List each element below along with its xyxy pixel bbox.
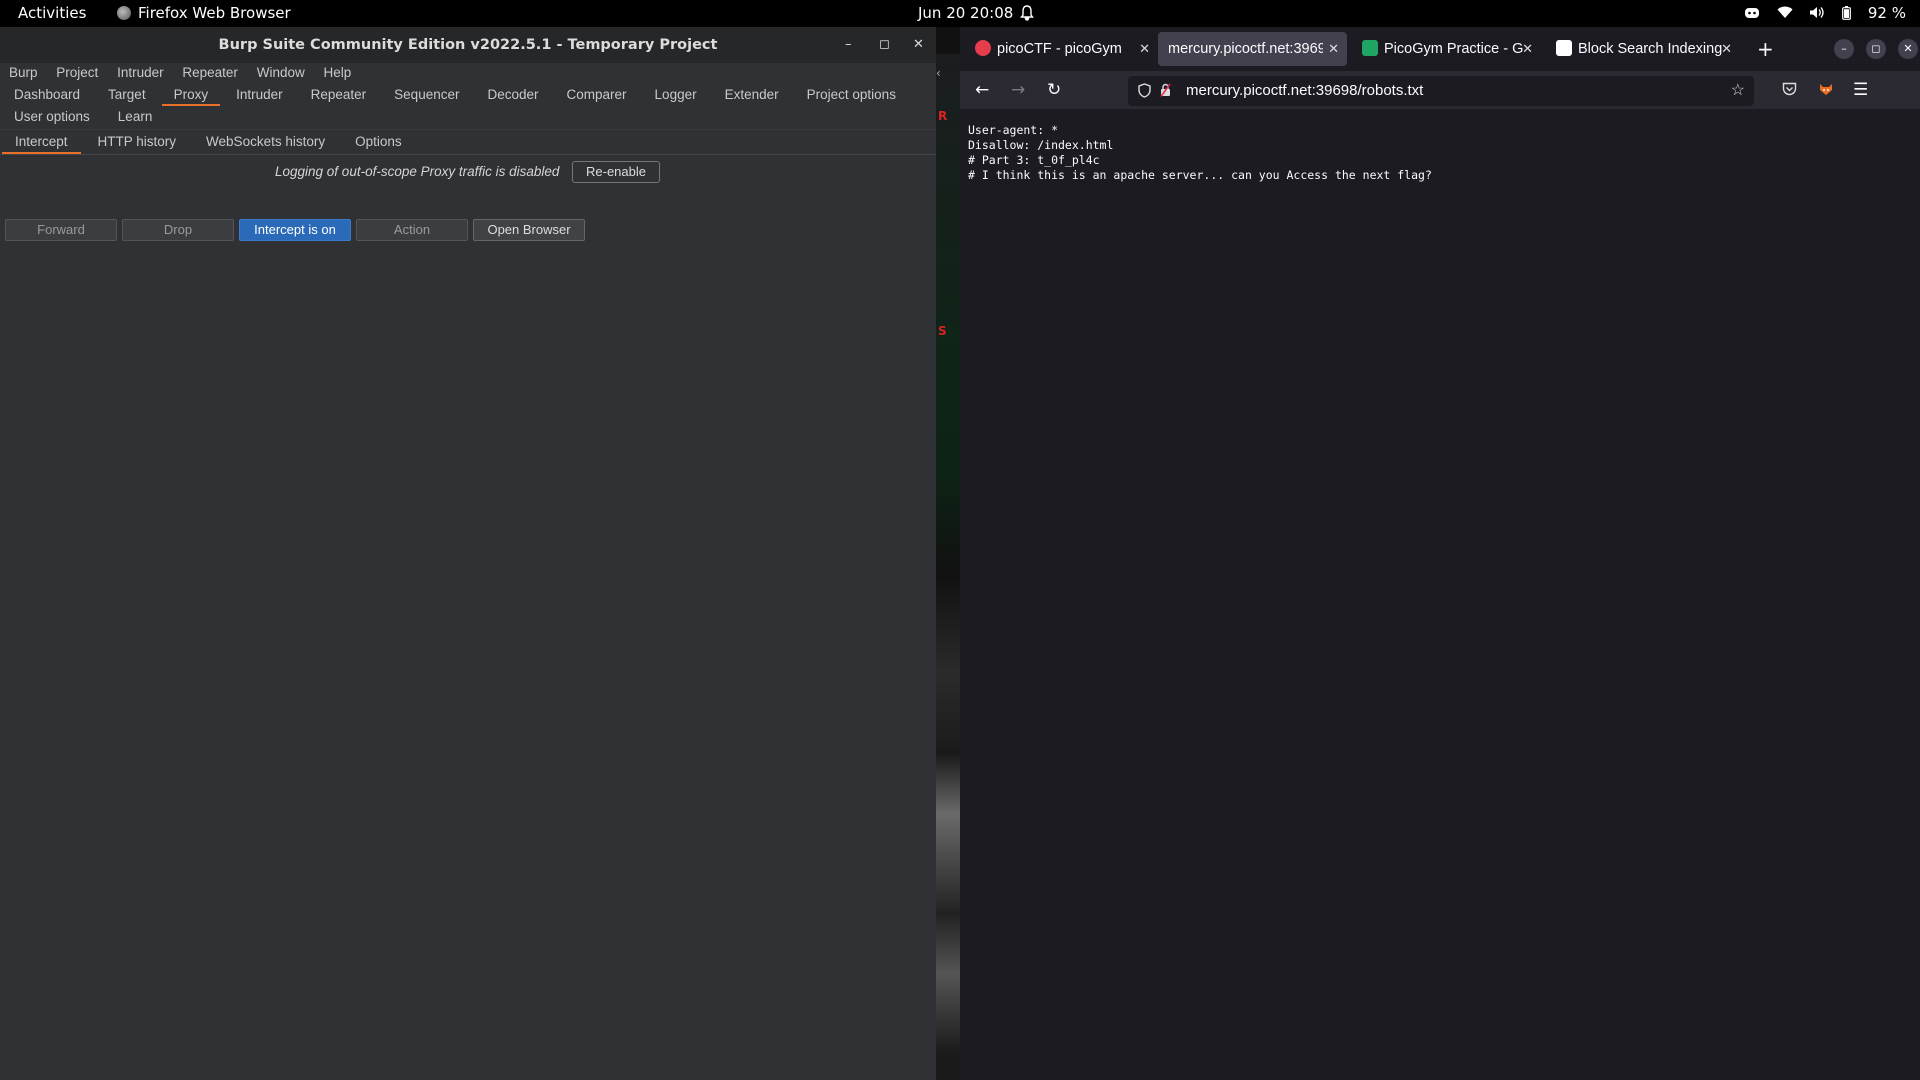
browser-tab-picoctf[interactable]: picoCTF - picoGym ✕ <box>965 32 1158 66</box>
background-red-glyph: R <box>938 109 948 123</box>
system-tray[interactable]: 92 % <box>1732 0 1906 27</box>
menu-window[interactable]: Window <box>257 65 305 80</box>
firefox-window: picoCTF - picoGym ✕ mercury.picoctf.net:… <box>960 27 1920 1080</box>
pocket-icon[interactable] <box>1782 71 1797 109</box>
menu-intruder[interactable]: Intruder <box>117 65 164 80</box>
bookmark-star-icon[interactable]: ☆ <box>1731 76 1745 106</box>
tab-learn[interactable]: Learn <box>104 106 167 128</box>
tab-close-icon[interactable]: ✕ <box>1139 32 1150 66</box>
tab-repeater[interactable]: Repeater <box>297 83 381 106</box>
burp-main-tabs: Dashboard Target Proxy Intruder Repeater… <box>0 83 936 106</box>
maximize-icon[interactable]: ◻ <box>879 27 890 63</box>
battery-percent: 92 % <box>1867 4 1906 22</box>
google-developers-icon <box>1556 40 1572 56</box>
battery-icon[interactable] <box>1842 4 1856 22</box>
picoctf-icon <box>975 40 991 56</box>
burp-title-bar[interactable]: Burp Suite Community Edition v2022.5.1 -… <box>0 27 936 63</box>
action-button[interactable]: Action <box>356 219 468 241</box>
open-browser-button[interactable]: Open Browser <box>473 219 585 241</box>
forward-button[interactable]: Forward <box>5 219 117 241</box>
close-icon[interactable]: ✕ <box>1898 39 1918 59</box>
tab-user-options[interactable]: User options <box>0 106 104 128</box>
new-tab-plus-icon[interactable]: + <box>1757 32 1774 66</box>
firefox-nav-bar: ← → ↻ mercury.picoctf.net:39698/robots.t… <box>960 71 1920 109</box>
tab-target[interactable]: Target <box>94 83 160 106</box>
bell-icon[interactable] <box>1020 0 1034 27</box>
background-window-strip: ‹ R S <box>936 54 960 1080</box>
wifi-icon[interactable] <box>1777 4 1798 22</box>
menu-help[interactable]: Help <box>323 65 351 80</box>
robots-txt-content: User-agent: * Disallow: /index.html # Pa… <box>960 109 1920 1080</box>
subtab-intercept[interactable]: Intercept <box>0 130 83 154</box>
tab-close-icon[interactable]: ✕ <box>1721 32 1732 66</box>
drop-button[interactable]: Drop <box>122 219 234 241</box>
content-line: User-agent: * <box>968 123 1059 137</box>
hamburger-menu-icon[interactable]: ☰ <box>1853 71 1868 109</box>
tab-comparer[interactable]: Comparer <box>553 83 641 106</box>
discord-icon[interactable] <box>1744 4 1765 22</box>
maximize-icon[interactable]: ◻ <box>1866 39 1886 59</box>
reload-icon[interactable]: ↻ <box>1047 71 1061 109</box>
subtab-websockets-history[interactable]: WebSockets history <box>191 130 340 154</box>
proxy-subtabs: Intercept HTTP history WebSockets histor… <box>0 129 936 155</box>
extension-fox-icon[interactable] <box>1818 71 1834 109</box>
back-arrow-icon[interactable]: ← <box>975 71 989 109</box>
content-line: # I think this is an apache server... ca… <box>968 168 1432 182</box>
firefox-tab-bar: picoCTF - picoGym ✕ mercury.picoctf.net:… <box>960 27 1920 71</box>
burp-window: Burp Suite Community Edition v2022.5.1 -… <box>0 27 936 1080</box>
tab-extender[interactable]: Extender <box>711 83 793 106</box>
firefox-icon <box>117 6 131 20</box>
content-line: # Part 3: t_0f_pl4c <box>968 153 1100 167</box>
tab-decoder[interactable]: Decoder <box>473 83 552 106</box>
minimize-icon[interactable]: – <box>1834 39 1854 59</box>
content-line: Disallow: /index.html <box>968 138 1114 152</box>
burp-window-title: Burp Suite Community Edition v2022.5.1 -… <box>218 37 718 53</box>
google-sheets-icon <box>1362 40 1378 56</box>
tab-intruder[interactable]: Intruder <box>222 83 297 106</box>
gnome-top-bar: Activities Firefox Web Browser Jun 20 20… <box>0 0 1920 27</box>
tab-proxy[interactable]: Proxy <box>160 83 223 106</box>
chevron-left-icon: ‹ <box>936 66 941 80</box>
burp-main-tabs-row2: User options Learn <box>0 106 936 128</box>
activities-button[interactable]: Activities <box>18 0 86 27</box>
browser-tab-block-search[interactable]: Block Search Indexing ✕ <box>1546 32 1740 66</box>
tab-close-icon[interactable]: ✕ <box>1522 32 1533 66</box>
menu-project[interactable]: Project <box>56 65 98 80</box>
minimize-icon[interactable]: – <box>845 27 852 63</box>
burp-menubar: Burp Project Intruder Repeater Window He… <box>0 63 936 83</box>
tab-close-icon[interactable]: ✕ <box>1328 32 1339 66</box>
tab-logger[interactable]: Logger <box>641 83 711 106</box>
tab-dashboard[interactable]: Dashboard <box>0 83 94 106</box>
forward-arrow-icon[interactable]: → <box>1011 71 1025 109</box>
background-red-glyph: S <box>938 324 947 338</box>
clock[interactable]: Jun 20 20:08 <box>918 0 1013 27</box>
lock-icon[interactable] <box>1160 76 1171 106</box>
notice-text: Logging of out-of-scope Proxy traffic is… <box>275 164 560 179</box>
intercept-toggle-button[interactable]: Intercept is on <box>239 219 351 241</box>
close-icon[interactable]: ✕ <box>913 27 924 63</box>
proxy-logging-notice: Logging of out-of-scope Proxy traffic is… <box>0 161 936 185</box>
menu-repeater[interactable]: Repeater <box>182 65 238 80</box>
shield-icon[interactable] <box>1138 76 1151 106</box>
volume-icon[interactable] <box>1809 4 1830 22</box>
browser-tab-robots[interactable]: mercury.picoctf.net:39698/robots.txt ✕ <box>1158 32 1347 66</box>
intercept-toolbar: Forward Drop Intercept is on Action Open… <box>5 219 590 241</box>
browser-tab-picogym-sheets[interactable]: PicoGym Practice - Google Sheets ✕ <box>1352 32 1541 66</box>
tab-project-options[interactable]: Project options <box>793 83 910 106</box>
re-enable-button[interactable]: Re-enable <box>572 161 660 183</box>
subtab-options[interactable]: Options <box>340 130 417 154</box>
subtab-http-history[interactable]: HTTP history <box>83 130 192 154</box>
url-text[interactable]: mercury.picoctf.net:39698/robots.txt <box>1186 76 1423 106</box>
url-bar[interactable]: mercury.picoctf.net:39698/robots.txt ☆ <box>1128 76 1754 106</box>
menu-burp[interactable]: Burp <box>9 65 38 80</box>
app-menu[interactable]: Firefox Web Browser <box>117 0 291 27</box>
app-menu-label: Firefox Web Browser <box>138 4 291 22</box>
tab-sequencer[interactable]: Sequencer <box>380 83 473 106</box>
